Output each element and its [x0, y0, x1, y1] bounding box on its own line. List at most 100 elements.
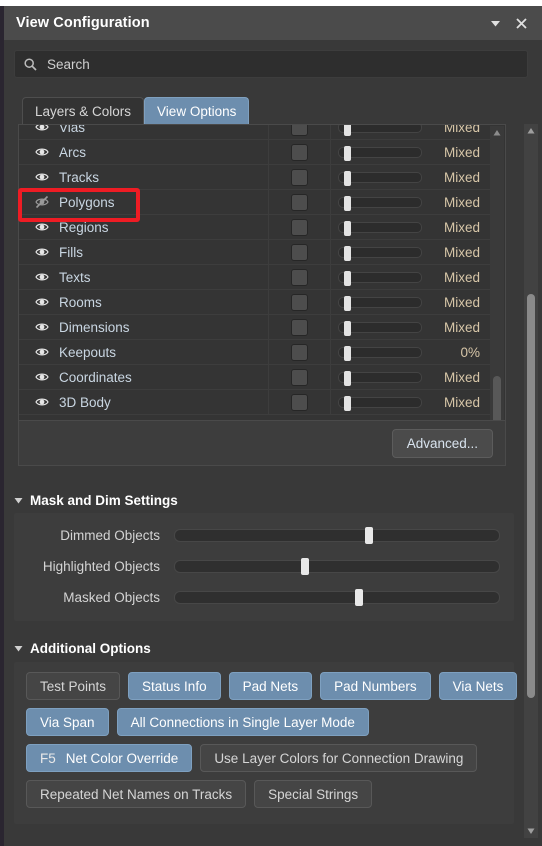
eye-visible-icon[interactable] [33, 220, 51, 234]
advanced-button[interactable]: Advanced... [391, 428, 493, 458]
row-checkbox[interactable] [291, 293, 308, 311]
search-input[interactable]: Search [14, 50, 528, 78]
mask-dim-slider[interactable] [174, 527, 500, 544]
slider-handle[interactable] [343, 125, 351, 136]
row-transparency-slider[interactable] [338, 170, 422, 186]
row-transparency-slider[interactable] [338, 295, 422, 311]
panel-scrollbar[interactable] [524, 124, 538, 838]
table-row[interactable]: Arcs Mixed [19, 140, 491, 165]
mask-and-dim-section-header[interactable]: Mask and Dim Settings [14, 493, 178, 508]
option-button[interactable]: Via Nets [438, 672, 518, 700]
row-transparency-slider[interactable] [338, 245, 422, 261]
panel-scroll-thumb[interactable] [527, 294, 535, 698]
slider-handle[interactable] [343, 220, 351, 236]
eye-visible-icon[interactable] [33, 270, 51, 284]
eye-visible-icon[interactable] [33, 145, 51, 159]
row-transparency-slider[interactable] [338, 220, 422, 236]
row-transparency-slider[interactable] [338, 195, 422, 211]
close-icon[interactable] [508, 10, 534, 36]
eye-hidden-icon[interactable] [33, 195, 51, 209]
option-button[interactable]: Via Span [26, 708, 109, 736]
slider-handle[interactable] [355, 589, 364, 606]
table-row[interactable]: Keepouts 0% [19, 340, 491, 365]
option-button[interactable]: Status Info [128, 672, 221, 700]
additional-options-title: Additional Options [30, 641, 151, 656]
row-label: Tracks [59, 169, 99, 185]
slider-handle[interactable] [343, 270, 351, 286]
slider-handle[interactable] [343, 195, 351, 211]
panel-scroll-up-arrow-icon[interactable] [524, 124, 538, 138]
eye-visible-icon[interactable] [33, 320, 51, 334]
row-slider-cell [331, 340, 429, 364]
option-button[interactable]: All Connections in Single Layer Mode [116, 708, 369, 736]
option-button[interactable]: Test Points [26, 672, 121, 700]
row-checkbox[interactable] [291, 318, 308, 336]
slider-handle[interactable] [343, 370, 351, 386]
row-transparency-slider[interactable] [338, 320, 422, 336]
table-row[interactable]: Dimensions Mixed [19, 315, 491, 340]
eye-visible-icon[interactable] [33, 170, 51, 184]
slider-handle[interactable] [301, 558, 310, 575]
eye-visible-icon[interactable] [33, 295, 51, 309]
eye-visible-icon[interactable] [33, 345, 51, 359]
slider-handle[interactable] [343, 245, 351, 261]
eye-visible-icon[interactable] [33, 370, 51, 384]
tab-layers-and-colors[interactable]: Layers & Colors [22, 97, 145, 125]
additional-options-section-header[interactable]: Additional Options [14, 641, 151, 656]
option-button[interactable]: Repeated Net Names on Tracks [26, 780, 247, 808]
eye-visible-icon[interactable] [33, 125, 51, 134]
row-value: Mixed [443, 194, 480, 210]
collapse-caret-icon [14, 644, 23, 653]
table-row[interactable]: Texts Mixed [19, 265, 491, 290]
slider-handle[interactable] [343, 170, 351, 186]
row-checkbox[interactable] [291, 368, 308, 386]
slider-handle[interactable] [343, 320, 351, 336]
mask-dim-slider[interactable] [174, 589, 500, 606]
table-row[interactable]: Tracks Mixed [19, 165, 491, 190]
panel-scroll-down-arrow-icon[interactable] [524, 824, 538, 838]
row-checkbox[interactable] [291, 143, 308, 161]
tab-view-options[interactable]: View Options [144, 97, 250, 125]
option-button[interactable]: Use Layer Colors for Connection Drawing [200, 744, 478, 772]
slider-handle[interactable] [343, 145, 351, 161]
table-row[interactable]: Vias Mixed [19, 125, 491, 140]
row-checkbox[interactable] [291, 125, 308, 136]
mask-dim-slider[interactable] [174, 558, 500, 575]
row-transparency-slider[interactable] [338, 345, 422, 361]
eye-visible-icon[interactable] [33, 395, 51, 409]
table-row[interactable]: Polygons Mixed [19, 190, 491, 215]
row-checkbox[interactable] [291, 193, 308, 211]
option-button[interactable]: Pad Numbers [320, 672, 431, 700]
table-row[interactable]: Fills Mixed [19, 240, 491, 265]
slider-handle[interactable] [364, 527, 373, 544]
row-transparency-slider[interactable] [338, 395, 422, 411]
row-checkbox[interactable] [291, 268, 308, 286]
slider-handle[interactable] [343, 295, 351, 311]
row-transparency-slider[interactable] [338, 125, 422, 136]
table-row[interactable]: Regions Mixed [19, 215, 491, 240]
scroll-up-arrow-icon[interactable] [490, 126, 504, 140]
row-label: Dimensions [59, 319, 130, 335]
mask-dim-slider-label: Masked Objects [63, 590, 160, 605]
row-transparency-slider[interactable] [338, 370, 422, 386]
row-name-cell: Keepouts [19, 340, 269, 364]
row-transparency-slider[interactable] [338, 145, 422, 161]
slider-handle[interactable] [343, 395, 351, 411]
option-button[interactable]: F5 Net Color Override [26, 744, 193, 772]
view-configuration-window: View Configuration Search Layers & Color… [0, 0, 542, 846]
eye-visible-icon[interactable] [33, 245, 51, 259]
table-row[interactable]: Coordinates Mixed [19, 365, 491, 390]
object-list-scrollbar[interactable] [490, 126, 504, 464]
slider-handle[interactable] [343, 345, 351, 361]
row-transparency-slider[interactable] [338, 270, 422, 286]
chevron-down-icon[interactable] [482, 10, 508, 36]
table-row[interactable]: Rooms Mixed [19, 290, 491, 315]
row-checkbox[interactable] [291, 243, 308, 261]
table-row[interactable]: 3D Body Mixed [19, 390, 491, 415]
option-button[interactable]: Pad Nets [228, 672, 313, 700]
row-checkbox[interactable] [291, 343, 308, 361]
option-button[interactable]: Special Strings [254, 780, 373, 808]
row-checkbox[interactable] [291, 218, 308, 236]
row-checkbox[interactable] [291, 393, 308, 411]
row-checkbox[interactable] [291, 168, 308, 186]
